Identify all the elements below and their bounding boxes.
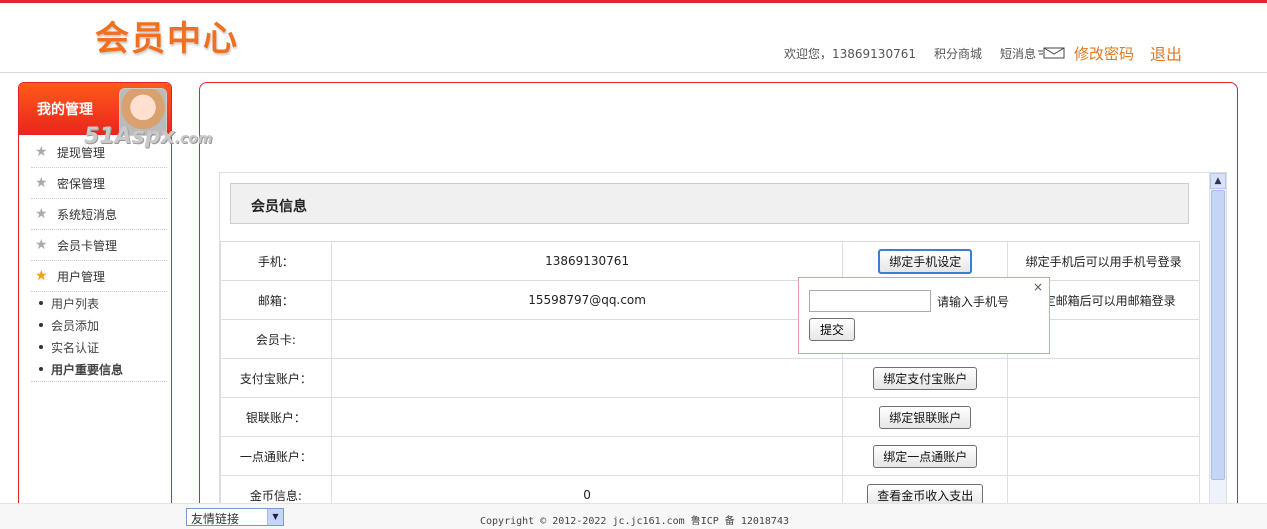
- row-value: [330, 358, 844, 398]
- table-row: 一点通账户： 绑定一点通账户: [220, 436, 1200, 476]
- row-value: 13869130761: [330, 241, 844, 281]
- star-icon: ★: [35, 206, 48, 222]
- sidebar-title: 我的管理: [37, 102, 93, 118]
- table-row: 邮箱： 15598797@qq.com 绑定邮箱后可以用邮箱登录: [220, 280, 1200, 320]
- sidebar-item-label: 密保管理: [57, 176, 106, 191]
- section-header: 会员信息: [230, 183, 1189, 224]
- top-links: 欢迎您，13869130761 积分商城 短消息 修改密码 退出: [784, 41, 1182, 65]
- star-icon: ★: [35, 175, 48, 191]
- links-select[interactable]: 友情链接 ▼: [186, 508, 284, 526]
- phone-hint: 请输入手机号: [937, 295, 1010, 309]
- row-action: 绑定手机设定: [842, 241, 1009, 281]
- row-value: [330, 436, 844, 476]
- chevron-down-icon[interactable]: ▼: [267, 509, 283, 525]
- scroll-up-icon[interactable]: ▲: [1210, 173, 1226, 189]
- sidebar-subitem-label: 会员添加: [51, 318, 100, 333]
- row-label: 银联账户：: [220, 397, 332, 437]
- scroll-thumb[interactable]: [1211, 190, 1225, 480]
- row-label: 邮箱：: [220, 280, 332, 320]
- bind-alipay-button[interactable]: 绑定支付宝账户: [873, 366, 978, 390]
- table-row: 会员卡:: [220, 319, 1200, 359]
- sidebar-item-label: 系统短消息: [57, 207, 118, 222]
- change-password-link[interactable]: 修改密码: [1074, 43, 1134, 64]
- envelope-icon[interactable]: [1038, 47, 1068, 59]
- watermark-logo: 51Aspx.com: [84, 124, 213, 149]
- row-action: 绑定支付宝账户: [842, 358, 1009, 398]
- row-note: 绑定手机后可以用手机号登录: [1007, 241, 1200, 281]
- star-icon: ★: [35, 237, 48, 253]
- sidebar-item-user-management[interactable]: ★ 用户管理: [31, 261, 167, 292]
- section-title: 会员信息: [251, 199, 307, 215]
- sidebar-item-label: 会员卡管理: [57, 238, 118, 253]
- bind-yidiantong-button[interactable]: 绑定一点通账户: [873, 444, 978, 468]
- row-label: 一点通账户：: [220, 436, 332, 476]
- row-label: 支付宝账户：: [220, 358, 332, 398]
- bullet-icon: [39, 301, 43, 305]
- site-logo[interactable]: 会员中心: [95, 11, 239, 60]
- row-value: [330, 319, 844, 359]
- page-header: 会员中心 欢迎您，13869130761 积分商城 短消息 修改密码 退出: [0, 3, 1267, 73]
- table-row: 银联账户： 绑定银联账户: [220, 397, 1200, 437]
- phone-input[interactable]: [809, 290, 931, 312]
- bullet-icon: [39, 345, 43, 349]
- sidebar-subitem-label: 实名认证: [51, 340, 100, 355]
- submit-button[interactable]: 提交: [809, 318, 856, 341]
- links-select-value: 友情链接: [191, 512, 240, 526]
- star-icon: ★: [35, 144, 48, 160]
- row-value: [330, 397, 844, 437]
- member-info-frame: 会员信息 手机： 13869130761 绑定手机设定 绑定手机后可以用手机号登…: [219, 172, 1227, 512]
- sidebar-subitem-label: 用户列表: [51, 296, 100, 311]
- sidebar-item-system-messages[interactable]: ★ 系统短消息: [31, 199, 167, 230]
- row-label: 会员卡:: [220, 319, 332, 359]
- menu-divider: [31, 380, 167, 382]
- sidebar-subitem-important-info[interactable]: 用户重要信息: [31, 358, 167, 380]
- bind-unionpay-button[interactable]: 绑定银联账户: [879, 405, 972, 429]
- sidebar-menu: ★ 提现管理 ★ 密保管理 ★ 系统短消息 ★ 会员卡管理 ★ 用户管理 用户列…: [31, 137, 167, 382]
- welcome-text: 欢迎您，13869130761: [784, 46, 916, 61]
- row-note: [1007, 397, 1200, 437]
- table-row: 手机： 13869130761 绑定手机设定 绑定手机后可以用手机号登录: [220, 241, 1200, 281]
- phone-bind-popup: × 请输入手机号 提交: [798, 277, 1050, 354]
- sidebar-subitem-verification[interactable]: 实名认证: [31, 336, 167, 358]
- logout-link[interactable]: 退出: [1150, 41, 1182, 65]
- sidebar-subitem-user-list[interactable]: 用户列表: [31, 292, 167, 314]
- bind-phone-button[interactable]: 绑定手机设定: [878, 248, 973, 274]
- row-action: 绑定一点通账户: [842, 436, 1009, 476]
- vertical-scrollbar[interactable]: ▲: [1209, 173, 1226, 511]
- row-note: [1007, 436, 1200, 476]
- row-label: 手机：: [220, 241, 332, 281]
- row-value: 15598797@qq.com: [330, 280, 844, 320]
- sidebar-subitem-label: 用户重要信息: [51, 362, 124, 377]
- page-footer: 友情链接 ▼ Copyright © 2012-2022 jc.jc161.co…: [0, 503, 1267, 529]
- sidebar-item-member-cards[interactable]: ★ 会员卡管理: [31, 230, 167, 261]
- sidebar-item-label: 用户管理: [57, 269, 106, 284]
- member-info-table: 手机： 13869130761 绑定手机设定 绑定手机后可以用手机号登录 邮箱：…: [220, 241, 1200, 511]
- messages-link[interactable]: 短消息: [1000, 45, 1036, 62]
- sidebar-subitem-add-member[interactable]: 会员添加: [31, 314, 167, 336]
- bullet-icon: [39, 323, 43, 327]
- row-note: [1007, 358, 1200, 398]
- star-icon: ★: [35, 268, 48, 284]
- sidebar-item-security[interactable]: ★ 密保管理: [31, 168, 167, 199]
- bullet-icon: [39, 367, 43, 371]
- points-mall-link[interactable]: 积分商城: [934, 45, 982, 62]
- table-row: 支付宝账户： 绑定支付宝账户: [220, 358, 1200, 398]
- close-icon[interactable]: ×: [1033, 280, 1043, 294]
- row-action: 绑定银联账户: [842, 397, 1009, 437]
- copyright-text: Copyright © 2012-2022 jc.jc161.com 鲁ICP …: [480, 516, 789, 527]
